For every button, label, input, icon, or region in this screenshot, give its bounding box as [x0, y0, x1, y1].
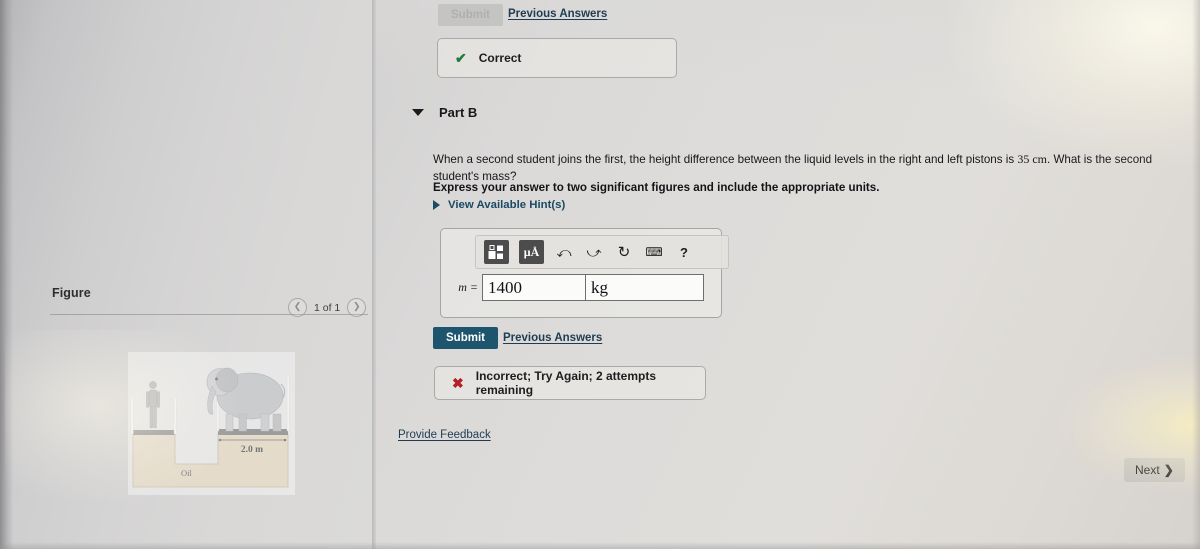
incorrect-status-banner: ✖ Incorrect; Try Again; 2 attempts remai… [434, 366, 706, 400]
math-template-icon[interactable] [484, 240, 509, 264]
redo-icon[interactable]: ⤻ [584, 241, 604, 263]
keyboard-icon[interactable]: ⌨ [644, 241, 664, 263]
next-button-label: Next [1135, 463, 1160, 477]
figure-canvas-background [128, 352, 295, 495]
figure-pane: Figure ❮ 1 of 1 ❯ 2.0 m Oil [0, 0, 376, 549]
question-main-text: When a second student joins the first, t… [433, 153, 1015, 166]
photo-left-shadow [0, 0, 13, 549]
help-icon[interactable]: ? [674, 241, 694, 263]
chevron-right-icon: ❯ [1163, 463, 1174, 477]
question-value: 35 cm [1017, 152, 1048, 166]
screenshot-photo: Figure ❮ 1 of 1 ❯ 2.0 m Oil Submit Previ… [0, 0, 1200, 549]
incorrect-status-text: Incorrect; Try Again; 2 attempts remaini… [475, 369, 656, 397]
cross-icon: ✖ [452, 374, 464, 391]
provide-feedback-link[interactable]: Provide Feedback [398, 429, 491, 441]
figure-counter: 1 of 1 [314, 301, 341, 314]
part-b-header[interactable]: Part B [412, 105, 477, 120]
chevron-left-icon[interactable]: ❮ [288, 298, 307, 317]
reset-icon[interactable]: ↻ [614, 241, 634, 263]
caret-down-icon[interactable] [412, 109, 424, 116]
view-hints-label: View Available Hint(s) [448, 199, 566, 211]
question-instruction: Express your answer to two significant f… [433, 181, 880, 194]
answer-value-input[interactable]: 1400 [482, 274, 586, 301]
answer-toolbar[interactable]: μÅ ⤺ ⤻ ↻ ⌨ ? [475, 235, 729, 269]
figure-illustration[interactable]: 2.0 m Oil [128, 352, 295, 495]
units-icon[interactable]: μÅ [519, 240, 544, 264]
figure-navigation[interactable]: ❮ 1 of 1 ❯ [288, 298, 367, 317]
variable-label: m = [458, 280, 478, 294]
caret-right-icon[interactable] [433, 200, 440, 210]
submit-button-part-b[interactable]: Submit [433, 327, 498, 349]
undo-icon[interactable]: ⤺ [554, 241, 574, 263]
submit-button-part-a[interactable]: Submit [438, 4, 503, 26]
previous-answers-link-part-b[interactable]: Previous Answers [503, 332, 602, 344]
check-icon: ✔ [455, 49, 467, 66]
next-button[interactable]: Next ❯ [1124, 458, 1185, 482]
answer-unit-input[interactable]: kg [586, 274, 704, 301]
page-title: Figure [52, 286, 91, 300]
answer-entry-row: m = 1400 kg [444, 274, 704, 301]
chevron-right-icon[interactable]: ❯ [347, 298, 367, 317]
previous-answers-link-part-a[interactable]: Previous Answers [508, 8, 607, 20]
correct-status-banner: ✔ Correct [437, 38, 677, 78]
correct-status-text: Correct [478, 51, 522, 65]
view-hints-link[interactable]: View Available Hint(s) [433, 199, 565, 211]
answer-input-container: μÅ ⤺ ⤻ ↻ ⌨ ? m = 1400 kg [440, 228, 729, 318]
part-b-title: Part B [439, 105, 478, 120]
